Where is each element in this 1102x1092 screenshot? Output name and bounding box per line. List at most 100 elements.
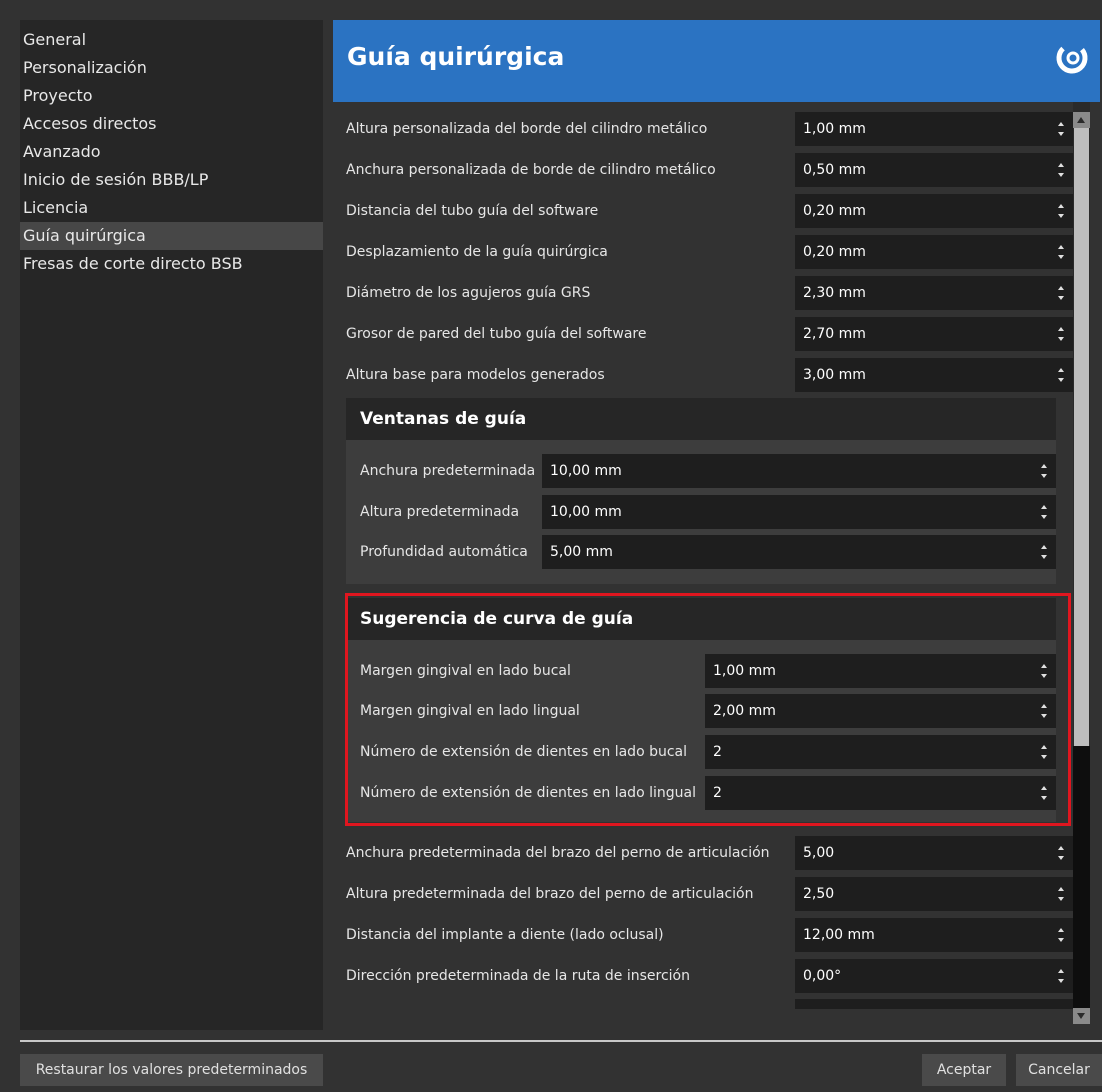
setting-label: Anchura personalizada de borde de cilind… [346, 162, 716, 178]
setting-row: Distancia del tubo guía del software 0,2… [333, 194, 1073, 228]
setting-row: Margen gingival en lado bucal 1,00 mm [346, 654, 1056, 688]
spin-arrows-icon[interactable] [1057, 245, 1065, 259]
restore-defaults-button[interactable]: Restaurar los valores predeterminados [20, 1054, 323, 1086]
scroll-up-icon[interactable] [1073, 112, 1090, 128]
lingual-teeth-extension-spinbox[interactable]: 2 [705, 776, 1056, 810]
spin-arrows-icon[interactable] [1057, 969, 1065, 983]
setting-row: Anchura personalizada de borde de cilind… [333, 153, 1073, 187]
spinbox-value: 1,00 mm [713, 663, 776, 679]
guide-tube-distance-spinbox[interactable]: 0,20 mm [795, 194, 1073, 228]
buccal-margin-spinbox[interactable]: 1,00 mm [705, 654, 1056, 688]
lingual-margin-spinbox[interactable]: 2,00 mm [705, 694, 1056, 728]
spin-arrows-icon[interactable] [1057, 887, 1065, 901]
spin-arrows-icon[interactable] [1040, 464, 1048, 478]
setting-row: Distancia del implante a diente (lado oc… [333, 918, 1073, 952]
guide-windows-group: Ventanas de guía Anchura predeterminada … [346, 398, 1056, 584]
spinbox-value: 0,50 mm [803, 162, 866, 178]
spin-arrows-icon[interactable] [1040, 545, 1048, 559]
sidebar-item-avanzado[interactable]: Avanzado [20, 138, 323, 166]
sidebar-item-guia-quirurgica[interactable]: Guía quirúrgica [20, 222, 323, 250]
cylinder-border-width-spinbox[interactable]: 0,50 mm [795, 153, 1073, 187]
setting-label: Profundidad automática [360, 544, 528, 560]
setting-label: Margen gingival en lado lingual [360, 703, 580, 719]
setting-label: Dirección predeterminada de la ruta de i… [346, 968, 690, 984]
guide-offset-spinbox[interactable]: 0,20 mm [795, 235, 1073, 269]
setting-row: Altura base para modelos generados 3,00 … [333, 358, 1073, 392]
spin-arrows-icon[interactable] [1057, 163, 1065, 177]
group-title: Sugerencia de curva de guía [360, 609, 634, 629]
spin-arrows-icon[interactable] [1057, 368, 1065, 382]
settings-sidebar: General Personalización Proyecto Accesos… [20, 20, 323, 1030]
setting-label: Altura predeterminada [360, 504, 520, 520]
sidebar-item-proyecto[interactable]: Proyecto [20, 82, 323, 110]
setting-row-partial [333, 999, 1073, 1009]
tube-wall-thickness-spinbox[interactable]: 2,70 mm [795, 317, 1073, 351]
scroll-down-icon[interactable] [1073, 1008, 1090, 1024]
pin-arm-width-spinbox[interactable]: 5,00 [795, 836, 1073, 870]
sidebar-item-licencia[interactable]: Licencia [20, 194, 323, 222]
panel-header: Guía quirúrgica [333, 20, 1100, 102]
buccal-teeth-extension-spinbox[interactable]: 2 [705, 735, 1056, 769]
spinbox-value: 0,00° [803, 968, 842, 984]
setting-row: Anchura predeterminada 10,00 mm [346, 454, 1056, 488]
footer-divider [20, 1040, 1102, 1042]
setting-label: Margen gingival en lado bucal [360, 663, 571, 679]
model-base-height-spinbox[interactable]: 3,00 mm [795, 358, 1073, 392]
setting-label: Distancia del tubo guía del software [346, 203, 599, 219]
sidebar-item-fresas-bsb[interactable]: Fresas de corte directo BSB [20, 250, 323, 278]
sidebar-item-inicio-sesion[interactable]: Inicio de sesión BBB/LP [20, 166, 323, 194]
spin-arrows-icon[interactable] [1057, 928, 1065, 942]
setting-row: Dirección predeterminada de la ruta de i… [333, 959, 1073, 993]
spinbox-value: 2 [713, 744, 722, 760]
scrollbar-track[interactable] [1073, 746, 1090, 1008]
spin-arrows-icon[interactable] [1040, 786, 1048, 800]
spin-arrows-icon[interactable] [1057, 327, 1065, 341]
accept-button[interactable]: Aceptar [922, 1054, 1006, 1086]
setting-label: Número de extensión de dientes en lado l… [360, 785, 696, 801]
setting-label: Número de extensión de dientes en lado b… [360, 744, 688, 760]
spinbox-value: 5,00 mm [550, 544, 613, 560]
group-title: Ventanas de guía [360, 409, 527, 429]
cylinder-border-height-spinbox[interactable]: 1,00 mm [795, 112, 1073, 146]
auto-depth-spinbox[interactable]: 5,00 mm [542, 535, 1056, 569]
setting-row: Altura predeterminada 10,00 mm [346, 495, 1056, 529]
setting-label: Grosor de pared del tubo guía del softwa… [346, 326, 647, 342]
spinbox-value: 2 [713, 785, 722, 801]
setting-row: Desplazamiento de la guía quirúrgica 0,2… [333, 235, 1073, 269]
setting-label: Distancia del implante a diente (lado oc… [346, 927, 664, 943]
settings-panel: Guía quirúrgica Altura personalizada del… [333, 20, 1100, 1030]
grs-hole-diameter-spinbox[interactable]: 2,30 mm [795, 276, 1073, 310]
spin-arrows-icon[interactable] [1057, 286, 1065, 300]
sidebar-item-general[interactable]: General [20, 26, 323, 54]
setting-label: Diámetro de los agujeros guía GRS [346, 285, 591, 301]
spin-arrows-icon[interactable] [1057, 204, 1065, 218]
implant-tooth-distance-spinbox[interactable]: 12,00 mm [795, 918, 1073, 952]
spin-arrows-icon[interactable] [1040, 704, 1048, 718]
spin-arrows-icon[interactable] [1057, 846, 1065, 860]
insertion-direction-spinbox[interactable]: 0,00° [795, 959, 1073, 993]
sidebar-item-personalizacion[interactable]: Personalización [20, 54, 323, 82]
pin-arm-height-spinbox[interactable]: 2,50 [795, 877, 1073, 911]
spinbox-value: 5,00 [803, 845, 835, 861]
window-width-spinbox[interactable]: 10,00 mm [542, 454, 1056, 488]
window-height-spinbox[interactable]: 10,00 mm [542, 495, 1056, 529]
sidebar-item-accesos-directos[interactable]: Accesos directos [20, 110, 323, 138]
vertical-scrollbar[interactable] [1073, 102, 1090, 1024]
scrollbar-thumb[interactable] [1074, 128, 1089, 746]
setting-row: Profundidad automática 5,00 mm [346, 535, 1056, 569]
setting-row: Altura personalizada del borde del cilin… [333, 112, 1073, 146]
spin-arrows-icon[interactable] [1057, 122, 1065, 136]
setting-label: Desplazamiento de la guía quirúrgica [346, 244, 608, 260]
spin-arrows-icon[interactable] [1040, 505, 1048, 519]
setting-label: Altura personalizada del borde del cilin… [346, 121, 708, 137]
partial-spinbox[interactable] [795, 999, 1073, 1009]
spin-arrows-icon[interactable] [1040, 745, 1048, 759]
cancel-button[interactable]: Cancelar [1016, 1054, 1102, 1086]
swirl-logo-icon [1056, 42, 1088, 74]
spinbox-value: 10,00 mm [550, 463, 622, 479]
page-title: Guía quirúrgica [347, 42, 565, 71]
spin-arrows-icon[interactable] [1040, 664, 1048, 678]
setting-row: Grosor de pared del tubo guía del softwa… [333, 317, 1073, 351]
setting-row: Número de extensión de dientes en lado l… [346, 776, 1056, 810]
setting-label: Anchura predeterminada [360, 463, 536, 479]
